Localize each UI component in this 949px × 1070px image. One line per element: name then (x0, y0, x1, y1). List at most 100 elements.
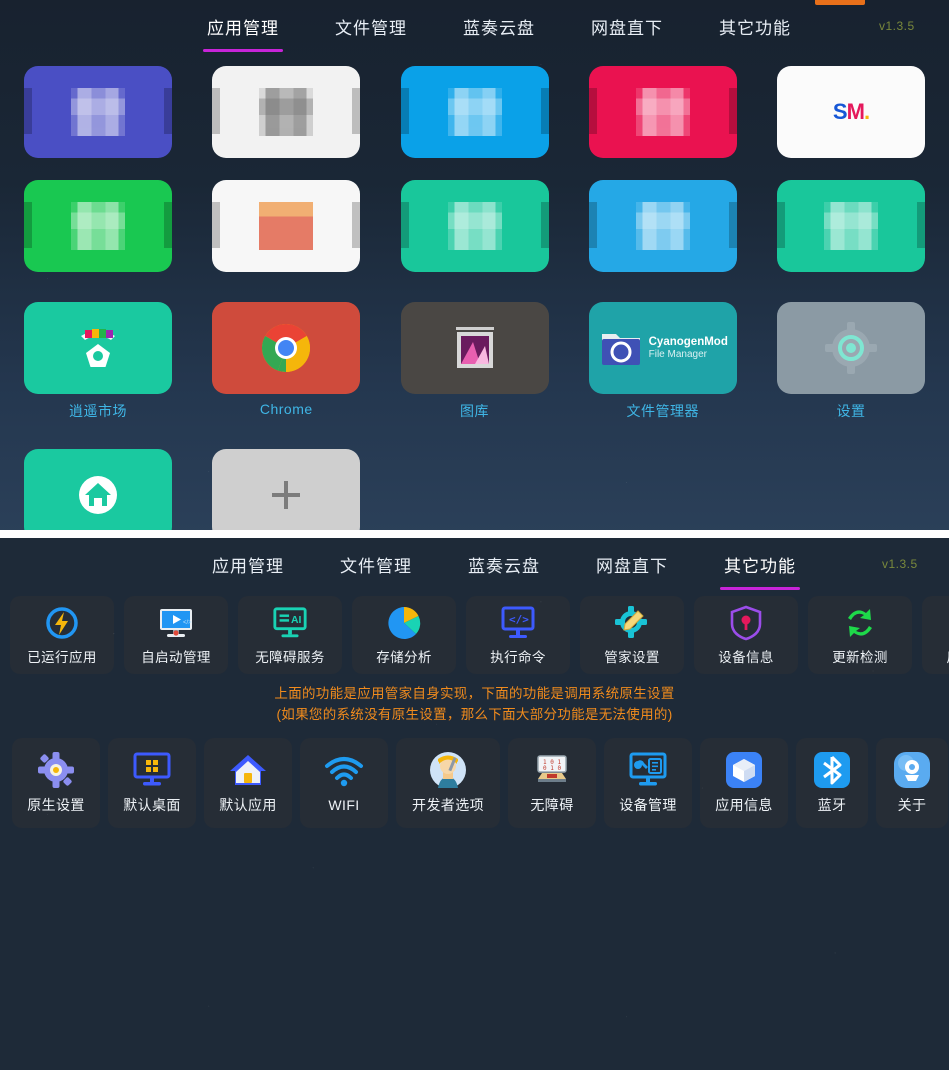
app-cell[interactable] (777, 180, 925, 272)
running-apps-icon (44, 605, 80, 641)
tile-label: 默认应用 (219, 797, 277, 814)
accessibility-icon: 1 0 1 0 1 0 (532, 750, 572, 790)
app-cell[interactable] (588, 180, 737, 272)
tab-app-management[interactable]: 应用管理 (203, 10, 283, 52)
device-management-icon (628, 750, 668, 790)
app-cell[interactable] (24, 66, 172, 158)
app-management-panel: 应用管理 文件管理 蓝奏云盘 网盘直下 其它功能 v1.3.5 SM. 逍遥市场… (0, 0, 949, 536)
tile-developer-options[interactable]: 开发者选项 (396, 737, 500, 828)
tab-file-management[interactable]: 文件管理 (333, 10, 409, 43)
tile-app-info[interactable]: 应用信息 (700, 737, 788, 828)
tab-other-functions[interactable]: 其它功能 (720, 548, 800, 590)
tile-label: 无障碍 (530, 797, 574, 814)
svg-text:0 1 0: 0 1 0 (543, 765, 561, 772)
redacted-icon (71, 202, 125, 250)
tile-autostart[interactable]: </> 自启动管理 (124, 596, 228, 674)
hint-line-2: (如果您的系统没有原生设置，那么下面大部分功能是无法使用的) (276, 706, 673, 722)
market-icon (81, 329, 115, 367)
app-cell[interactable] (400, 66, 549, 158)
app-cell[interactable] (24, 180, 172, 272)
tile-running-apps[interactable]: 已运行应用 (10, 596, 114, 674)
redacted-icon (635, 88, 690, 136)
tile-manager-settings[interactable]: 管家设置 (580, 596, 684, 674)
autostart-icon: </> (158, 605, 194, 641)
tile-accessibility[interactable]: 1 0 1 0 1 0 无障碍 (508, 737, 596, 828)
tile-bluetooth[interactable]: 蓝牙 (796, 737, 868, 828)
storage-pie-icon (386, 605, 422, 641)
tab-lanzou-cloud[interactable]: 蓝奏云盘 (466, 548, 542, 581)
settings-gear-icon (825, 322, 877, 374)
screen-root: 应用管理 文件管理 蓝奏云盘 网盘直下 其它功能 v1.3.5 SM. 逍遥市场… (0, 0, 949, 1070)
bluetooth-icon (812, 750, 852, 790)
tab-lanzou-cloud[interactable]: 蓝奏云盘 (461, 10, 537, 43)
app-cell[interactable]: SM. (777, 66, 925, 158)
tile-execute-command[interactable]: </> 执行命令 (466, 596, 570, 674)
default-apps-home-icon (228, 750, 268, 790)
app-row (24, 180, 925, 272)
app-cell[interactable] (212, 180, 361, 272)
hint-line-1: 上面的功能是应用管家自身实现，下面的功能是调用系统原生设置 (274, 686, 675, 701)
tile-accessibility-service[interactable]: AI 无障碍服务 (238, 596, 342, 674)
app-cell[interactable] (400, 180, 549, 272)
tile-default-launcher[interactable]: 默认桌面 (108, 737, 196, 828)
app-cell-home[interactable] (24, 449, 172, 536)
tile-label: WIFI (328, 797, 360, 814)
manager-functions-row: 已运行应用 </> 自启动管理 AI 无障碍服务 存储分析 </> 执行命令 管… (0, 596, 949, 674)
tab-netdisk-direct[interactable]: 网盘直下 (589, 10, 665, 43)
version-label: v1.3.5 (882, 557, 918, 571)
app-label: 文件管理器 (626, 403, 699, 419)
tile-feedback[interactable]: 反馈建议 (922, 596, 949, 674)
redacted-icon (824, 202, 878, 250)
other-functions-panel: 应用管理 文件管理 蓝奏云盘 网盘直下 其它功能 v1.3.5 root: 已授… (0, 538, 949, 1070)
app-label: 逍遥市场 (69, 403, 127, 419)
tile-wifi[interactable]: WIFI (300, 737, 388, 828)
native-settings-row: 原生设置 默认桌面 默认应用 WIFI 开发者选项 1 0 1 0 1 0 无障… (0, 737, 949, 828)
app-label: 设置 (836, 403, 866, 419)
tile-default-apps[interactable]: 默认应用 (204, 737, 292, 828)
default-launcher-icon (132, 750, 172, 790)
tile-device-management[interactable]: 设备管理 (604, 737, 692, 828)
tile-native-settings[interactable]: 原生设置 (12, 737, 100, 828)
tile-about[interactable]: 关于 (876, 737, 948, 828)
tile-update-check[interactable]: 更新检测 (808, 596, 912, 674)
tile-device-info[interactable]: 设备信息 (694, 596, 798, 674)
app-row: SM. (24, 66, 925, 158)
app-cell-chrome[interactable]: Chrome (212, 302, 361, 421)
wifi-icon (324, 752, 364, 792)
tab-netdisk-direct[interactable]: 网盘直下 (594, 548, 670, 581)
update-check-icon (842, 605, 878, 641)
tile-label: 自启动管理 (141, 649, 211, 665)
tile-label: 存储分析 (376, 649, 432, 665)
developer-options-icon (428, 750, 468, 790)
tile-label: 原生设置 (27, 797, 85, 814)
top-tab-bar: 应用管理 文件管理 蓝奏云盘 网盘直下 其它功能 v1.3.5 (0, 0, 949, 52)
home-icon (79, 476, 117, 514)
app-cell-market[interactable]: 逍遥市场 (24, 302, 172, 421)
tile-label: 设备管理 (619, 797, 677, 814)
svg-text:AI: AI (291, 615, 302, 626)
redacted-icon (71, 88, 125, 136)
tile-label: 蓝牙 (817, 797, 847, 814)
app-cell-settings[interactable]: 设置 (777, 302, 925, 421)
panel-divider (0, 530, 949, 538)
accessibility-service-icon: AI (272, 605, 308, 641)
gallery-icon (455, 327, 494, 368)
tile-storage-analysis[interactable]: 存储分析 (352, 596, 456, 674)
tile-label: 关于 (897, 797, 927, 814)
plus-icon (272, 481, 301, 509)
tab-file-management[interactable]: 文件管理 (338, 548, 414, 581)
native-settings-hint: 上面的功能是应用管家自身实现，下面的功能是调用系统原生设置 (如果您的系统没有原… (0, 684, 949, 726)
app-cell[interactable] (588, 66, 737, 158)
app-cell-gallery[interactable]: 图库 (400, 302, 549, 421)
execute-command-icon: </> (500, 605, 536, 641)
app-cell[interactable] (212, 66, 361, 158)
tab-app-management[interactable]: 应用管理 (210, 548, 286, 581)
tile-label: 执行命令 (490, 649, 546, 665)
app-cell-file-manager[interactable]: CyanogenMod File Manager 文件管理器 (588, 302, 737, 421)
app-cell-add[interactable] (212, 449, 361, 536)
svg-text:</>: </> (183, 620, 192, 626)
app-grid: SM. 逍遥市场 Chrome 图库 CyanogenMod File Mana… (0, 66, 949, 536)
tab-other-functions[interactable]: 其它功能 (717, 10, 793, 43)
tile-label: 开发者选项 (412, 797, 484, 814)
tile-label: 已运行应用 (27, 649, 97, 665)
